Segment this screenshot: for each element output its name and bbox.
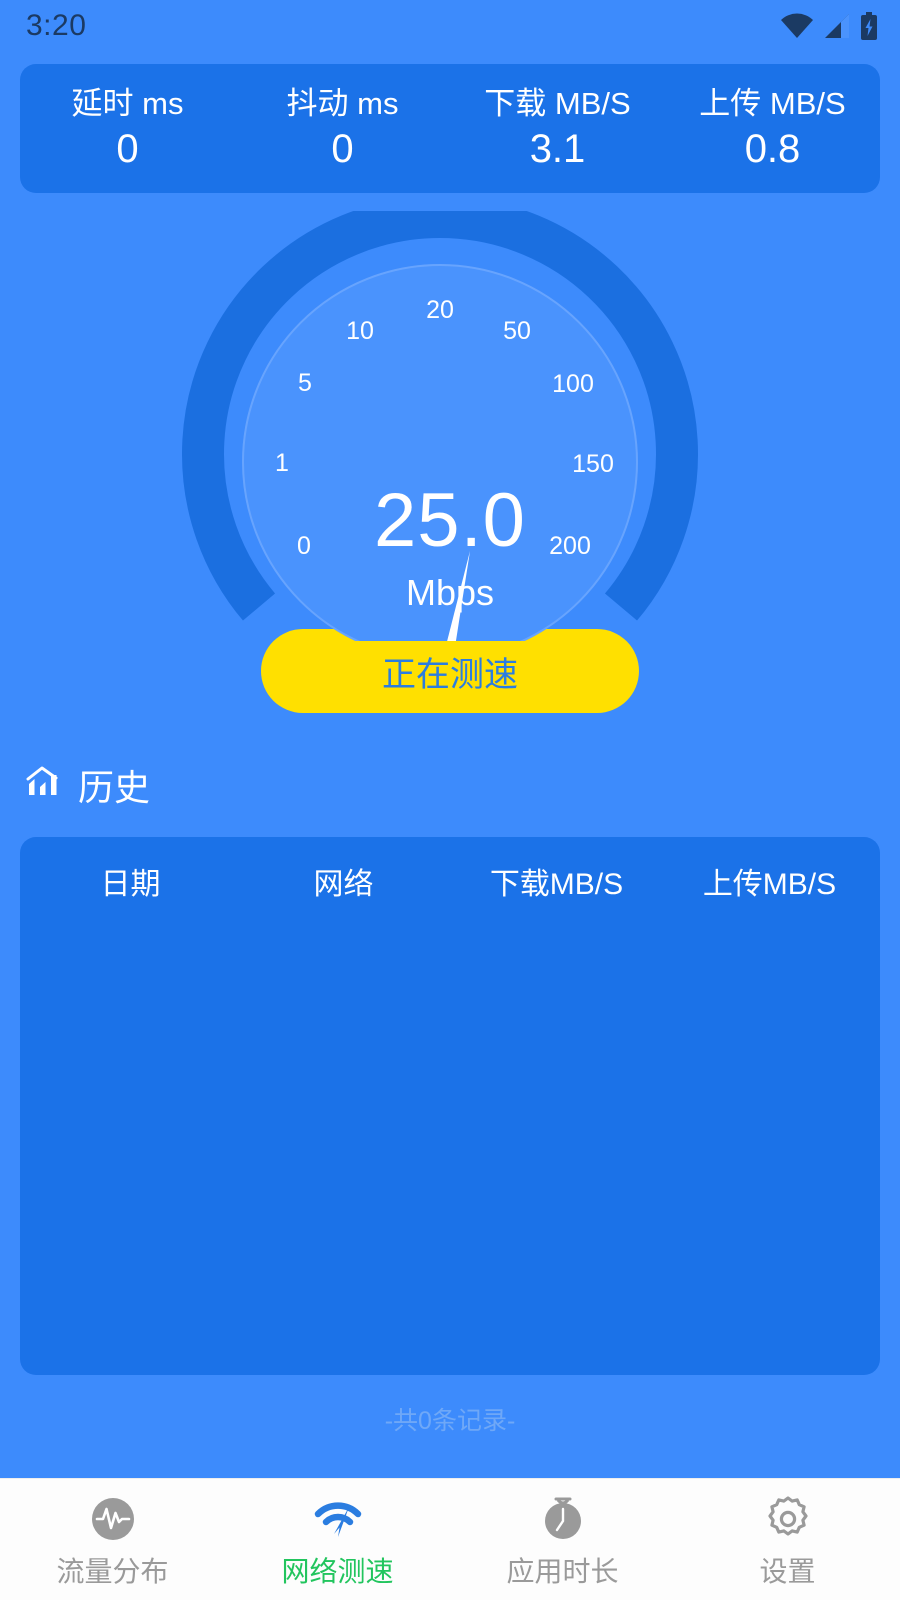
stat-value: 3.1 xyxy=(529,126,586,171)
action-row: 正在测速 xyxy=(0,629,900,713)
stat-label: 抖动 ms xyxy=(286,86,399,122)
history-column-upload: 上传MB/S xyxy=(702,868,837,901)
gauge-tick-label: 0 xyxy=(297,532,311,560)
bar-chart-icon xyxy=(26,765,68,806)
stat-label: 下载 MB/S xyxy=(484,86,631,122)
history-table-card[interactable]: 日期 网络 下载MB/S 上传MB/S xyxy=(20,837,880,1375)
status-bar-clock: 3:20 xyxy=(26,9,87,42)
history-column-date: 日期 xyxy=(100,868,161,901)
stat-value: 0 xyxy=(116,126,139,171)
gear-icon xyxy=(763,1493,813,1545)
gauge-tick-label: 200 xyxy=(549,532,591,560)
status-bar-icons xyxy=(780,12,878,40)
stat-value: 0.8 xyxy=(744,126,801,171)
gauge-tick-label: 100 xyxy=(552,370,594,398)
start-speed-test-button[interactable]: 正在测速 xyxy=(261,629,639,713)
nav-label: 流量分布 xyxy=(56,1556,169,1587)
history-title: 历史 xyxy=(78,767,151,808)
speed-gauge: 0 1 5 10 20 50 100 150 200 25.0 Mbps xyxy=(0,211,900,641)
nav-item-traffic-distribution[interactable]: 流量分布 xyxy=(0,1479,225,1590)
gauge-tick-label: 20 xyxy=(426,296,454,324)
nav-item-network-speed-test[interactable]: 网络测速 xyxy=(225,1479,450,1590)
stat-cell-latency: 延时 ms 0 xyxy=(20,85,235,172)
history-table-header-row: 日期 网络 下载MB/S 上传MB/S xyxy=(20,837,880,925)
stat-cell-upload: 上传 MB/S 0.8 xyxy=(665,85,880,172)
gauge-tick-label: 5 xyxy=(298,369,312,397)
stopwatch-icon xyxy=(538,1493,588,1545)
status-bar: 3:20 xyxy=(0,0,900,52)
speed-gauge-graphic: 0 1 5 10 20 50 100 150 200 xyxy=(182,211,698,641)
nav-label: 网络测速 xyxy=(281,1556,394,1587)
history-column-network: 网络 xyxy=(313,868,374,901)
stat-cell-jitter: 抖动 ms 0 xyxy=(235,85,450,172)
stat-label: 延时 ms xyxy=(71,86,184,122)
nav-item-settings[interactable]: 设置 xyxy=(675,1479,900,1590)
gauge-tick-label: 150 xyxy=(572,450,614,478)
history-column-download: 下载MB/S xyxy=(489,868,624,901)
bottom-navigation-bar: 流量分布 网络测速 应用时长 设置 xyxy=(0,1478,900,1600)
nav-item-app-usage-time[interactable]: 应用时长 xyxy=(450,1479,675,1590)
wifi-icon xyxy=(780,13,814,39)
nav-label: 应用时长 xyxy=(506,1556,619,1587)
record-count-label: -共0条记录- xyxy=(384,1407,516,1435)
cellular-signal-icon xyxy=(823,13,851,39)
stat-label: 上传 MB/S xyxy=(699,86,846,122)
history-section-header: 历史 xyxy=(26,759,900,811)
traffic-pulse-icon xyxy=(88,1493,138,1545)
speed-test-wifi-icon xyxy=(312,1493,364,1545)
gauge-tick-label: 10 xyxy=(346,317,374,345)
nav-label: 设置 xyxy=(759,1556,816,1587)
battery-charging-icon xyxy=(860,12,878,40)
stat-value: 0 xyxy=(331,126,354,171)
gauge-tick-label: 1 xyxy=(275,449,289,477)
stat-cell-download: 下载 MB/S 3.1 xyxy=(450,85,665,172)
network-stats-card: 延时 ms 0 抖动 ms 0 下载 MB/S 3.1 上传 MB/S 0.8 xyxy=(20,64,880,193)
gauge-tick-label: 50 xyxy=(503,317,531,345)
